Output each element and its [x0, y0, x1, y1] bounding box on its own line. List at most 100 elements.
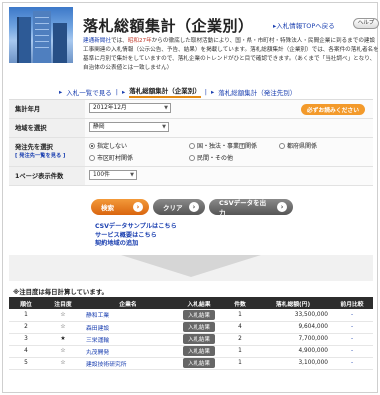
rank-cell: 5: [9, 357, 43, 370]
csv-sample-link[interactable]: CSVデータサンプルはこちら: [95, 223, 177, 232]
per-page-label: 1ページ表示件数: [9, 167, 85, 185]
radio-private[interactable]: 民間・その他: [189, 153, 279, 162]
bid-result-button[interactable]: 入札結果: [182, 346, 215, 356]
orderer-list-link[interactable]: [ 発注先一覧を見る ]: [15, 151, 79, 159]
radio-dot[interactable]: [89, 154, 95, 161]
arrow-icon: ▸: [210, 87, 215, 96]
subnav: ▸ 入札一覧で見る | ▸ 落札総額集計（企業別） | ▸ 落札総額集計（発注先…: [59, 85, 296, 98]
bid-result-button[interactable]: 入札結果: [182, 334, 215, 344]
arrow-right-icon: ›: [277, 202, 287, 212]
region-select[interactable]: 静岡: [89, 122, 169, 132]
count-cell: 4: [225, 321, 255, 334]
section-divider: [9, 255, 373, 281]
radio-unspecified[interactable]: 指定しない: [89, 141, 189, 150]
page-title: 落札総額集計（企業別）: [83, 17, 254, 35]
required-reading-badge[interactable]: 必ずお読みください: [300, 104, 365, 115]
star-icon[interactable]: ☆: [43, 345, 83, 358]
star-icon[interactable]: ☆: [43, 309, 83, 322]
orderer-label-block: 発注先を選択 [ 発注先一覧を見る ]: [9, 138, 85, 166]
company-link[interactable]: 三栄運輸: [83, 333, 173, 346]
region-row: 地域を選択 静岡: [9, 119, 373, 138]
building-image: [9, 7, 73, 63]
result-cell: 入札結果: [173, 321, 225, 334]
rank-cell: 2: [9, 321, 43, 334]
clear-button[interactable]: クリア ›: [153, 199, 205, 215]
rank-cell: 3: [9, 333, 43, 346]
table-body: 1 ☆ 静和工業 入札結果 1 33,500,000-2 ☆ 森田建設 入札結果 4 9,604,0…: [9, 309, 373, 370]
separator: |: [204, 87, 207, 96]
company-link[interactable]: 静和工業: [83, 309, 173, 322]
back-to-top-link[interactable]: ▸入札情報TOPへ戻る: [273, 20, 335, 30]
orderer-radio-group: 指定しない 国・独法・事業団関係 都府県関係 市区町村関係 民間・その他: [89, 141, 369, 162]
star-icon[interactable]: ☆: [43, 321, 83, 334]
bid-result-button[interactable]: 入札結果: [182, 322, 215, 332]
search-button[interactable]: 検索 ›: [91, 199, 149, 215]
change-cell: -: [331, 321, 373, 334]
total-cell: 33,500,000: [255, 309, 331, 322]
chevron-down-icon: [121, 255, 261, 277]
table-row: 5 ☆ 建設技術研究所 入札結果 1 3,100,000-: [9, 357, 373, 370]
star-icon[interactable]: ☆: [43, 357, 83, 370]
subnav-list-link[interactable]: 入札一覧で見る: [66, 87, 112, 97]
count-cell: 1: [225, 345, 255, 358]
arrow-right-icon: ›: [133, 202, 143, 212]
table-header-row: 順位 注目度 企業名 入札結果 件数 落札総額(円) 前月比較: [9, 297, 373, 309]
company-link[interactable]: 丸茂開発: [83, 345, 173, 358]
intro-fragment: では、: [110, 38, 128, 44]
intro-fragment: 昭和27年: [127, 38, 152, 44]
result-cell: 入札結果: [173, 309, 225, 322]
col-attention: 注目度: [43, 297, 83, 309]
company-link[interactable]: 森田建設: [83, 321, 173, 334]
bid-result-button[interactable]: 入札結果: [182, 358, 215, 368]
year-month-select[interactable]: 2012年12月: [89, 103, 171, 113]
change-cell: -: [331, 333, 373, 346]
result-cell: 入札結果: [173, 357, 225, 370]
col-change: 前月比較: [331, 297, 373, 309]
col-company: 企業名: [83, 297, 173, 309]
arrow-icon: ▸: [121, 87, 126, 96]
total-cell: 4,900,000: [255, 345, 331, 358]
result-cell: 入札結果: [173, 345, 225, 358]
radio-dot[interactable]: [89, 142, 95, 149]
result-cell: 入札結果: [173, 333, 225, 346]
results-table: 順位 注目度 企業名 入札結果 件数 落札総額(円) 前月比較 1 ☆ 静和工業 入札…: [9, 297, 373, 370]
radio-municipal[interactable]: 市区町村関係: [89, 153, 189, 162]
radio-prefecture[interactable]: 都府県関係: [279, 141, 349, 150]
radio-dot[interactable]: [189, 142, 195, 149]
arrow-right-icon: ›: [189, 202, 199, 212]
header: 落札総額集計（企業別） ▸入札情報TOPへ戻る ヘルプ 建通新聞社では、昭和27…: [9, 7, 379, 97]
action-buttons: 検索 › クリア › CSVデータを出力 ›: [91, 199, 293, 217]
count-cell: 2: [225, 333, 255, 346]
csv-export-button[interactable]: CSVデータを出力 ›: [209, 199, 293, 217]
total-cell: 7,700,000: [255, 333, 331, 346]
service-overview-link[interactable]: サービス概要はこちら: [95, 232, 177, 241]
total-cell: 9,604,000: [255, 321, 331, 334]
orderer-label: 発注先を選択: [15, 144, 53, 151]
radio-national[interactable]: 国・独法・事業団関係: [189, 141, 279, 150]
help-button[interactable]: ヘルプ: [353, 18, 379, 29]
table-row: 4 ☆ 丸茂開発 入札結果 1 4,900,000-: [9, 345, 373, 358]
subnav-orderer-link[interactable]: 落札総額集計（発注先別）: [218, 87, 296, 97]
star-icon[interactable]: ★: [43, 333, 83, 346]
col-rank: 順位: [9, 297, 43, 309]
separator: |: [115, 87, 118, 96]
intro-text: 建通新聞社では、昭和27年からの徹底した取材活動により、国・県・市町村・特殊法人…: [83, 37, 379, 73]
col-total: 落札総額(円): [255, 297, 331, 309]
year-month-row: 集計年月 2012年12月 必ずお読みください: [9, 100, 373, 119]
per-page-row: 1ページ表示件数 100件: [9, 167, 373, 186]
radio-dot[interactable]: [189, 154, 195, 161]
count-cell: 1: [225, 309, 255, 322]
per-page-select[interactable]: 100件: [89, 170, 137, 180]
page: 落札総額集計（企業別） ▸入札情報TOPへ戻る ヘルプ 建通新聞社では、昭和27…: [2, 2, 379, 393]
change-cell: -: [331, 309, 373, 322]
arrow-icon: ▸: [59, 87, 63, 96]
subnav-company-tab[interactable]: 落札総額集計（企業別）: [129, 85, 201, 98]
intro-fragment[interactable]: 建通新聞社: [83, 38, 111, 44]
radio-dot[interactable]: [279, 142, 285, 149]
add-region-link[interactable]: 契約地域の追加: [95, 240, 177, 249]
table-row: 2 ☆ 森田建設 入札結果 4 9,604,000-: [9, 321, 373, 334]
bid-result-button[interactable]: 入札結果: [182, 309, 215, 320]
company-link[interactable]: 建設技術研究所: [83, 357, 173, 370]
table-row: 3 ★ 三栄運輸 入札結果 2 7,700,000-: [9, 333, 373, 346]
table-row: 1 ☆ 静和工業 入札結果 1 33,500,000-: [9, 309, 373, 322]
